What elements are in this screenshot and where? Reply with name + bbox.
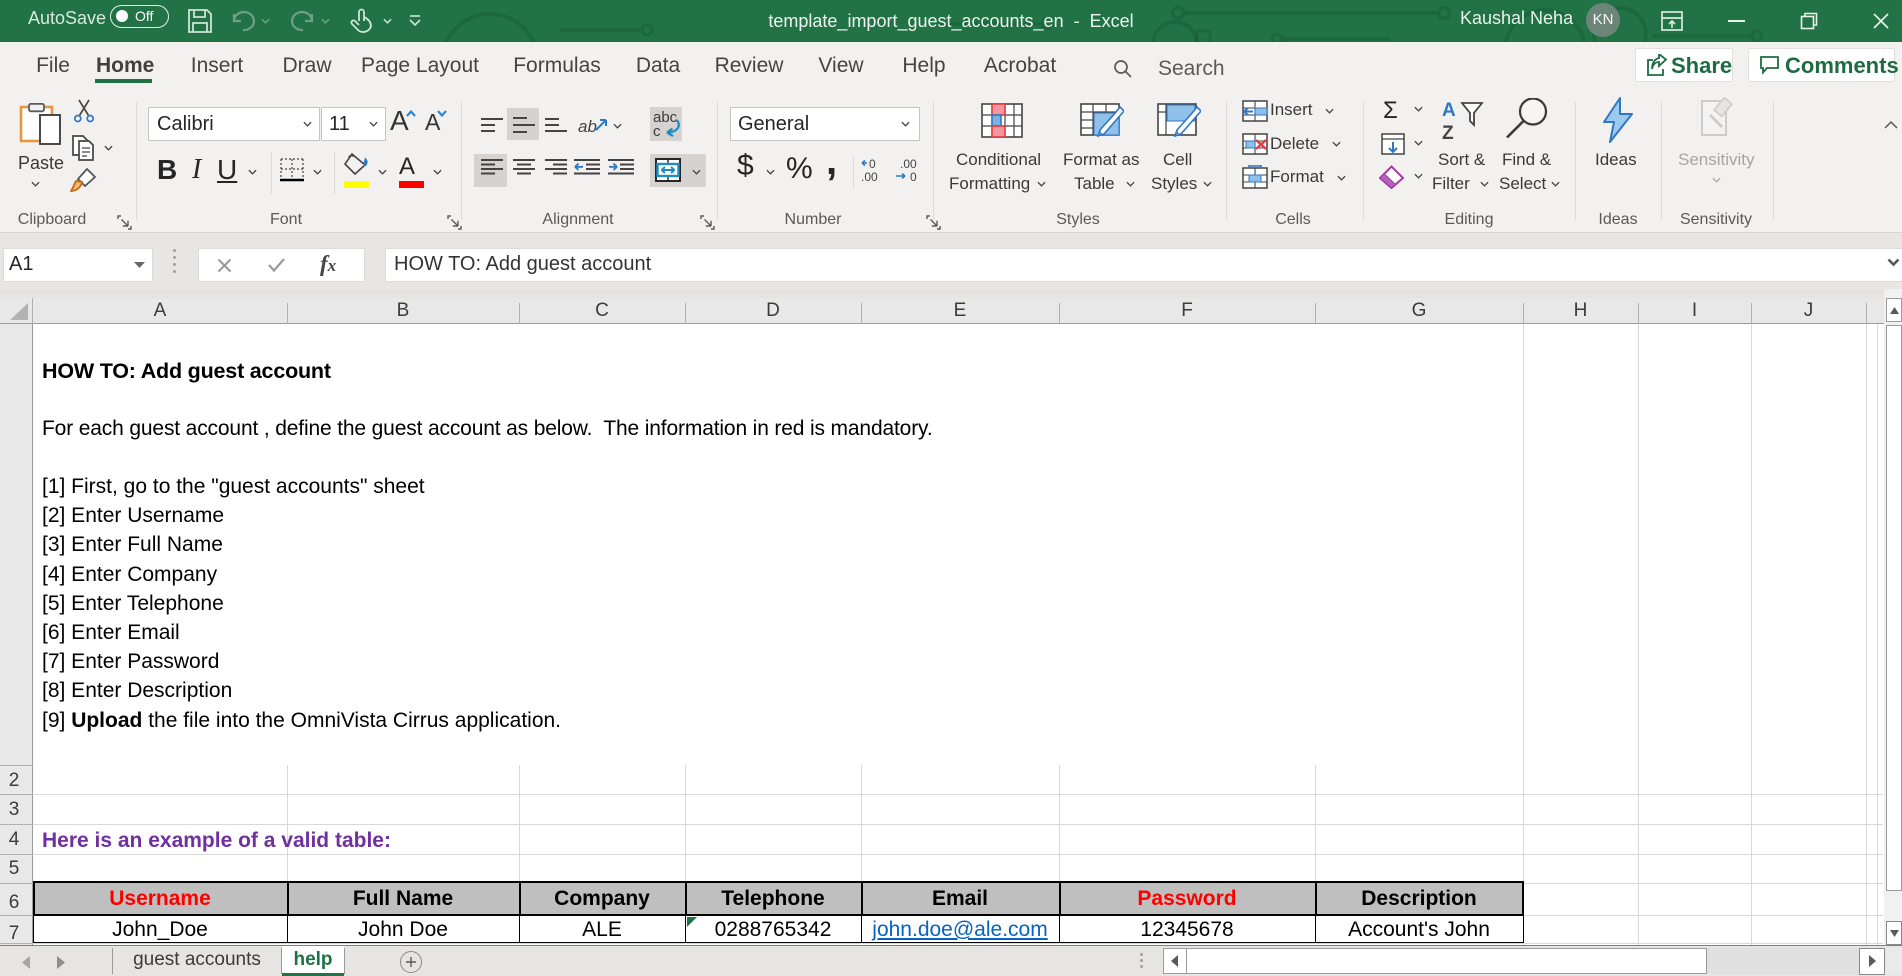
svg-text:A: A [1442, 100, 1456, 121]
svg-text:.00: .00 [900, 157, 917, 171]
svg-text:c: c [653, 123, 661, 138]
svg-text:0: 0 [869, 157, 876, 171]
svg-text:Z: Z [1442, 123, 1454, 141]
svg-text:.00: .00 [861, 170, 878, 183]
svg-text:ab: ab [578, 117, 597, 136]
svg-text:0: 0 [910, 170, 917, 183]
